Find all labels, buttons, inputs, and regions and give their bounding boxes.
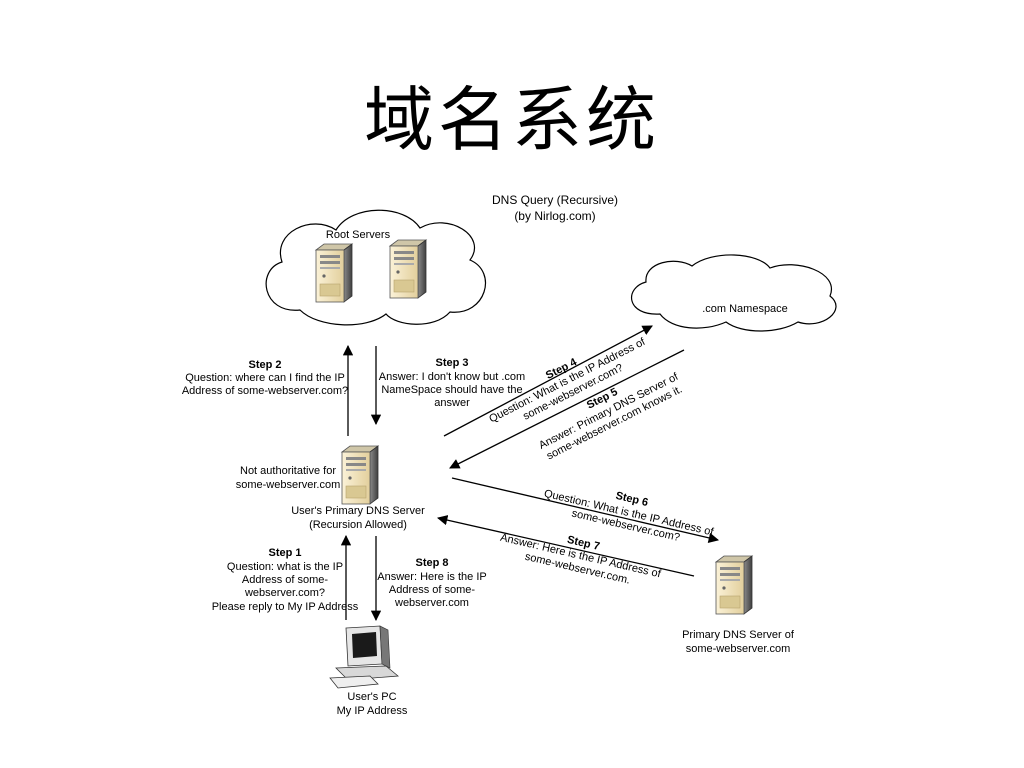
step-3-line: NameSpace should have the bbox=[381, 384, 522, 396]
step-2-annotation: Step 2 Question: where can I find the IP… bbox=[182, 359, 348, 397]
step-2-title: Step 2 bbox=[248, 359, 281, 371]
step-1-line: webserver.com? bbox=[244, 587, 325, 599]
diagram-header-line1: DNS Query (Recursive) bbox=[492, 193, 618, 207]
root-servers-cloud bbox=[265, 209, 487, 326]
root-server-icon bbox=[389, 239, 427, 299]
step-8-line: Address of some- bbox=[389, 584, 476, 596]
authoritative-dns-label-line2: some-webserver.com bbox=[686, 643, 791, 655]
step-8-line: webserver.com bbox=[394, 597, 469, 609]
step-3-annotation: Step 3 Answer: I don't know but .com Nam… bbox=[379, 357, 525, 409]
primary-dns-label-line1: User's Primary DNS Server bbox=[291, 505, 425, 517]
users-pc-label-line1: User's PC bbox=[347, 691, 396, 703]
root-servers-label: Root Servers bbox=[326, 229, 391, 241]
diagram-header-line2: (by Nirlog.com) bbox=[514, 209, 595, 223]
step-1-line: Please reply to My IP Address bbox=[212, 601, 359, 613]
step-8-annotation: Step 8 Answer: Here is the IP Address of… bbox=[377, 557, 486, 609]
step-8-line: Answer: Here is the IP bbox=[377, 571, 486, 583]
not-authoritative-line2: some-webserver.com bbox=[236, 479, 341, 491]
authoritative-dns-label-line1: Primary DNS Server of bbox=[682, 629, 795, 641]
com-namespace-label: .com Namespace bbox=[702, 303, 788, 315]
step-1-line: Address of some- bbox=[242, 574, 329, 586]
step-2-line: Address of some-webserver.com? bbox=[182, 385, 348, 397]
dns-recursive-query-diagram: DNS Query (Recursive) (by Nirlog.com) Ro… bbox=[182, 193, 837, 717]
com-namespace-cloud bbox=[631, 254, 837, 332]
step-2-line: Question: where can I find the IP bbox=[185, 372, 345, 384]
primary-dns-label-line2: (Recursion Allowed) bbox=[309, 519, 407, 531]
not-authoritative-line1: Not authoritative for bbox=[240, 465, 336, 477]
authoritative-dns-server-icon bbox=[715, 555, 753, 615]
step-1-title: Step 1 bbox=[268, 547, 301, 559]
step-3-title: Step 3 bbox=[435, 357, 468, 369]
users-pc-label-line2: My IP Address bbox=[337, 705, 408, 717]
step-1-annotation: Step 1 Question: what is the IP Address … bbox=[212, 547, 359, 613]
step-3-line: Answer: I don't know but .com bbox=[379, 371, 525, 383]
root-server-icon bbox=[315, 243, 353, 303]
step-8-title: Step 8 bbox=[415, 557, 448, 569]
users-pc-icon bbox=[329, 625, 400, 689]
step-1-line: Question: what is the IP bbox=[227, 561, 343, 573]
primary-dns-server-icon bbox=[341, 445, 379, 505]
step-3-line: answer bbox=[434, 397, 470, 409]
